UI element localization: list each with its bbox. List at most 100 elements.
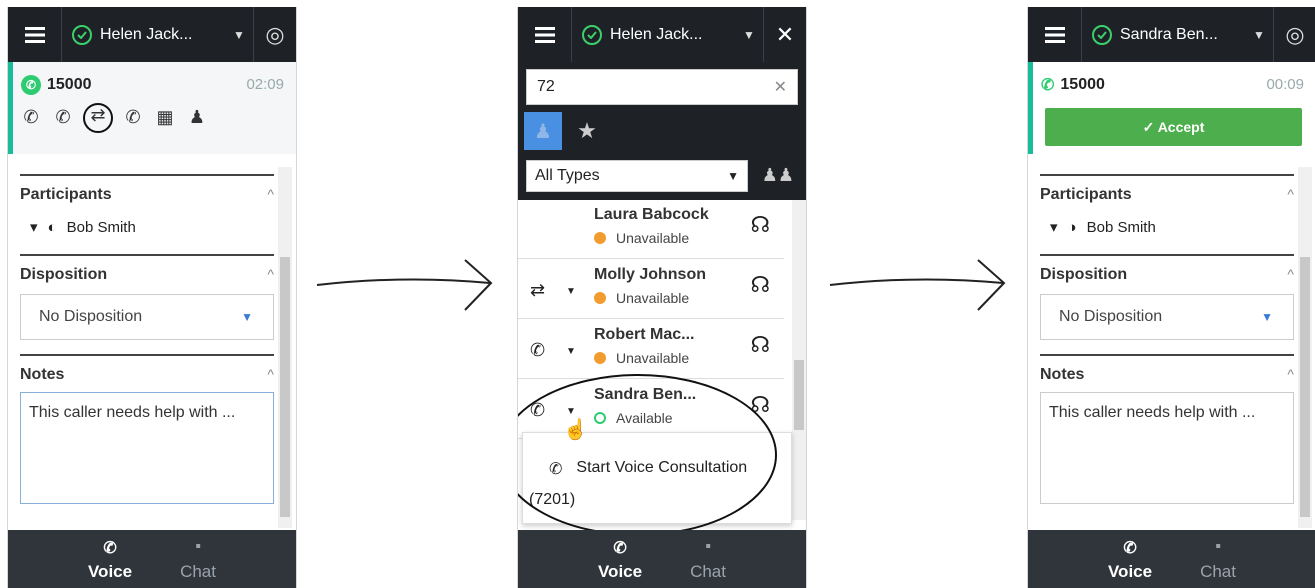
contact-status: Unavailable	[616, 230, 690, 246]
agent-headset-icon: ☊	[750, 212, 770, 237]
channel-bar: ✆ Voice ▪ Chat	[8, 530, 296, 588]
hamburger-menu-icon[interactable]	[8, 7, 62, 62]
interaction-header: ✆ 15000 02:09 ✆ ✆ ⇄ ✆ ▦ ♟	[8, 62, 296, 154]
contact-row[interactable]: ⇄ ▼ Molly Johnson Unavailable ☊	[518, 260, 784, 319]
support-icon[interactable]: ◎	[254, 7, 296, 62]
phone-icon: ✆	[21, 75, 41, 95]
highlight-circle	[518, 374, 777, 536]
agent-status-dropdown[interactable]: Sandra Ben... ▼	[1082, 7, 1274, 62]
close-icon[interactable]: ✕	[764, 7, 806, 62]
collapse-icon[interactable]: ^	[267, 186, 274, 204]
chat-icon: ▪	[195, 538, 201, 555]
scrollbar[interactable]	[1298, 167, 1312, 528]
flow-arrow-2	[829, 259, 1006, 311]
chevron-down-icon: ▼	[1261, 310, 1273, 324]
notes-title: Notes	[1040, 366, 1085, 383]
tab-voice[interactable]: ✆ Voice	[88, 538, 132, 588]
interaction-details: Participants ^ ▾ ◑ Bob Smith Disposition ^ N…	[1028, 154, 1315, 530]
disposition-title: Disposition	[20, 266, 108, 283]
contact-name: Molly Johnson	[594, 266, 706, 283]
tab-chat[interactable]: ▪ Chat	[1200, 538, 1236, 588]
favorites-tab-icon[interactable]: ★	[568, 112, 606, 150]
available-status-icon	[1092, 24, 1112, 45]
hold-call-icon[interactable]: ✆	[51, 107, 75, 133]
notes-textarea[interactable]: This caller needs help with ...	[1040, 392, 1294, 504]
search-input[interactable]: 72 ✕	[526, 69, 798, 105]
collapse-icon[interactable]: ^	[267, 366, 274, 384]
collapse-icon[interactable]: ^	[267, 266, 274, 284]
agent-status-dropdown[interactable]: Helen Jack... ▼	[572, 7, 764, 62]
contacts-tab-icon[interactable]: ♟	[524, 112, 562, 150]
party-icon[interactable]: ♟	[185, 107, 209, 133]
expand-caret-icon[interactable]: ▾	[1050, 218, 1058, 236]
top-bar: Helen Jack... ▼ ◎	[8, 7, 296, 62]
notes-title: Notes	[20, 366, 65, 383]
agent-name: Helen Jack...	[610, 25, 703, 43]
transfer-icon[interactable]: ⇄	[530, 280, 545, 301]
participant-phone-icon: ◐	[47, 218, 57, 236]
type-filter-select[interactable]: All Types ▼	[526, 160, 748, 192]
chevron-down-icon: ▼	[1253, 27, 1265, 42]
call-timer: 02:09	[246, 76, 284, 93]
tab-chat[interactable]: ▪ Chat	[690, 538, 726, 588]
voice-icon: ✆	[103, 540, 117, 557]
collapse-icon[interactable]: ^	[1287, 266, 1294, 284]
workspace-panel-2: Helen Jack... ▼ ✕ 72 ✕ ♟ ★ All Types ▼ ♟♟ …	[517, 7, 807, 588]
accept-button[interactable]: ✓ Accept	[1045, 108, 1302, 146]
disposition-value: No Disposition	[1059, 308, 1163, 325]
end-call-icon[interactable]: ✆	[19, 107, 43, 133]
collapse-icon[interactable]: ^	[1287, 366, 1294, 384]
disposition-select[interactable]: No Disposition ▼	[1040, 294, 1294, 340]
notes-textarea[interactable]: This caller needs help with ...	[20, 392, 274, 504]
scrollbar[interactable]	[278, 167, 292, 528]
expand-caret-icon[interactable]: ▾	[30, 218, 38, 236]
collapse-icon[interactable]: ^	[1287, 186, 1294, 204]
ringing-phone-icon: ✆	[1041, 77, 1055, 94]
tab-voice-label: Voice	[597, 562, 643, 581]
contact-row[interactable]: Laura Babcock Unavailable ☊	[518, 200, 784, 259]
disposition-select[interactable]: No Disposition ▼	[20, 294, 274, 340]
tab-voice[interactable]: ✆ Voice	[598, 538, 642, 588]
agent-status-dropdown[interactable]: Helen Jack... ▼	[62, 7, 254, 62]
support-icon[interactable]: ◎	[1274, 7, 1315, 62]
agent-headset-icon: ☊	[750, 272, 770, 297]
unavailable-status-icon	[594, 232, 606, 244]
disposition-title: Disposition	[1040, 266, 1128, 283]
channel-bar: ✆ Voice ▪ Chat	[1028, 530, 1315, 588]
tab-chat-label: Chat	[1200, 562, 1236, 581]
hamburger-menu-icon[interactable]	[1028, 7, 1082, 62]
chevron-down-icon: ▼	[241, 310, 253, 324]
chevron-down-icon: ▼	[743, 27, 755, 42]
clear-search-icon[interactable]: ✕	[774, 77, 787, 97]
call-timer: 00:09	[1266, 76, 1304, 93]
tab-chat-label: Chat	[180, 562, 216, 581]
call-actions: ✆ ✆ ⇄ ✆ ▦ ♟	[19, 103, 209, 133]
consult-call-icon[interactable]: ✆	[121, 107, 145, 133]
contact-name: Laura Babcock	[594, 206, 709, 223]
contact-status: Unavailable	[616, 290, 690, 306]
directory-tabs: ♟ ★	[524, 112, 606, 150]
tab-chat-label: Chat	[690, 562, 726, 581]
disposition-value: No Disposition	[39, 308, 143, 325]
transfer-call-icon[interactable]: ⇄	[83, 103, 113, 133]
channel-bar: ✆ Voice ▪ Chat	[518, 530, 806, 588]
chevron-down-icon[interactable]: ▼	[566, 286, 576, 297]
tab-chat[interactable]: ▪ Chat	[180, 538, 216, 588]
participant-name: Bob Smith	[66, 218, 136, 236]
top-bar: Sandra Ben... ▼ ◎	[1028, 7, 1315, 62]
tab-voice-label: Voice	[1107, 562, 1153, 581]
filter-value: All Types	[535, 167, 600, 184]
interaction-header: ✆ 15000 00:09 ✓ Accept	[1028, 62, 1315, 154]
available-status-icon	[72, 24, 92, 45]
chat-icon: ▪	[705, 538, 711, 555]
tab-voice[interactable]: ✆ Voice	[1108, 538, 1152, 588]
participant-phone-icon: ◑	[1067, 218, 1077, 236]
keypad-icon[interactable]: ▦	[153, 107, 177, 133]
team-icon[interactable]: ♟♟	[762, 165, 794, 186]
agent-name: Sandra Ben...	[1120, 25, 1218, 43]
call-number: 15000	[47, 76, 92, 93]
chevron-down-icon: ▼	[233, 27, 245, 42]
hamburger-menu-icon[interactable]	[518, 7, 572, 62]
flow-arrow-1	[316, 259, 493, 311]
agent-name: Helen Jack...	[100, 25, 193, 43]
